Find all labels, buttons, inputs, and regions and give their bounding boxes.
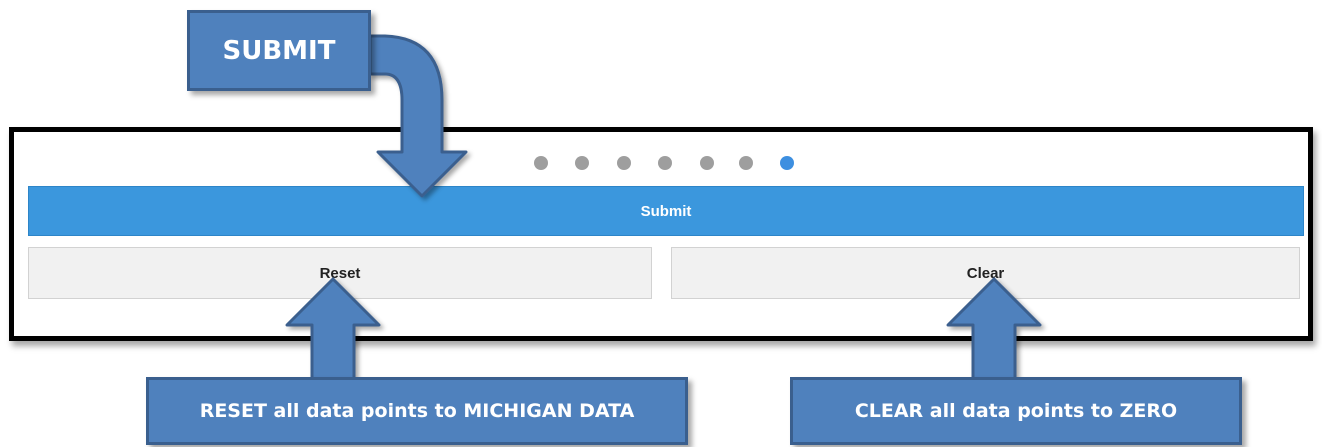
submit-button[interactable]: Submit bbox=[28, 186, 1304, 236]
clear-button[interactable]: Clear bbox=[671, 247, 1300, 299]
step-dot-4[interactable] bbox=[658, 156, 672, 170]
submit-callout: SUBMIT bbox=[187, 10, 371, 91]
step-dot-6[interactable] bbox=[739, 156, 753, 170]
step-dot-2[interactable] bbox=[575, 156, 589, 170]
reset-callout: RESET all data points to MICHIGAN DATA bbox=[146, 377, 688, 445]
form-controls-panel: Submit Reset Clear bbox=[9, 127, 1313, 341]
reset-button[interactable]: Reset bbox=[28, 247, 652, 299]
step-dot-5[interactable] bbox=[700, 156, 714, 170]
clear-callout: CLEAR all data points to ZERO bbox=[790, 377, 1242, 445]
step-dot-3[interactable] bbox=[617, 156, 631, 170]
step-progress-dots bbox=[14, 156, 1308, 170]
step-dot-7-active[interactable] bbox=[780, 156, 794, 170]
step-dot-1[interactable] bbox=[534, 156, 548, 170]
